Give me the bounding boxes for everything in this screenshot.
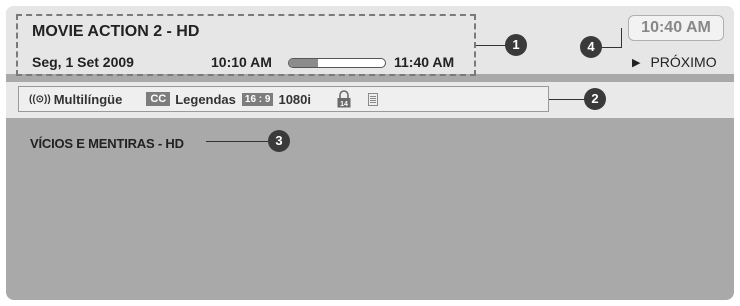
audio-option: ((⊙)) Multilíngüe	[29, 92, 122, 107]
callout-line-2	[549, 99, 585, 100]
audio-icon: ((⊙))	[29, 93, 51, 105]
callout-3: 3	[268, 130, 290, 152]
clock: 10:40 AM	[628, 15, 724, 41]
lock-icon: 14	[336, 90, 352, 108]
audio-label: Multilíngüe	[53, 91, 123, 107]
progress-fill	[289, 59, 318, 67]
tv-screen: MOVIE ACTION 2 - HD Seg, 1 Set 2009 10:1…	[6, 6, 734, 300]
list-icon	[368, 92, 379, 106]
resolution-label: 1080i	[278, 91, 312, 107]
start-time: 10:10 AM	[211, 54, 272, 70]
callout-line-3	[206, 141, 268, 142]
callout-line-1	[476, 45, 506, 46]
next-program[interactable]: ▶ PRÓXIMO	[632, 54, 717, 70]
callout-1: 1	[505, 34, 527, 56]
subtitles-label: Legendas	[175, 91, 236, 107]
current-program-title: VÍCIOS E MENTIRAS - HD	[30, 136, 184, 151]
play-arrow-icon: ▶	[632, 56, 641, 69]
progress-bar	[288, 58, 386, 68]
callout-vline-4	[621, 28, 622, 47]
program-details-bar: ((⊙)) Multilíngüe CC Legendas 16 : 9 108…	[18, 86, 549, 112]
program-date: Seg, 1 Set 2009	[32, 54, 134, 70]
callout-4: 4	[580, 36, 602, 58]
program-title: MOVIE ACTION 2 - HD	[32, 23, 200, 40]
rating-text: 14	[340, 101, 348, 108]
callout-2: 2	[584, 88, 606, 110]
cc-badge: CC	[146, 92, 171, 106]
aspect-ratio-badge: 16 : 9	[241, 92, 274, 106]
end-time: 11:40 AM	[394, 54, 455, 70]
next-label: PRÓXIMO	[650, 54, 717, 70]
program-info-box: MOVIE ACTION 2 - HD Seg, 1 Set 2009 10:1…	[16, 14, 476, 76]
callout-line-4	[602, 47, 622, 48]
